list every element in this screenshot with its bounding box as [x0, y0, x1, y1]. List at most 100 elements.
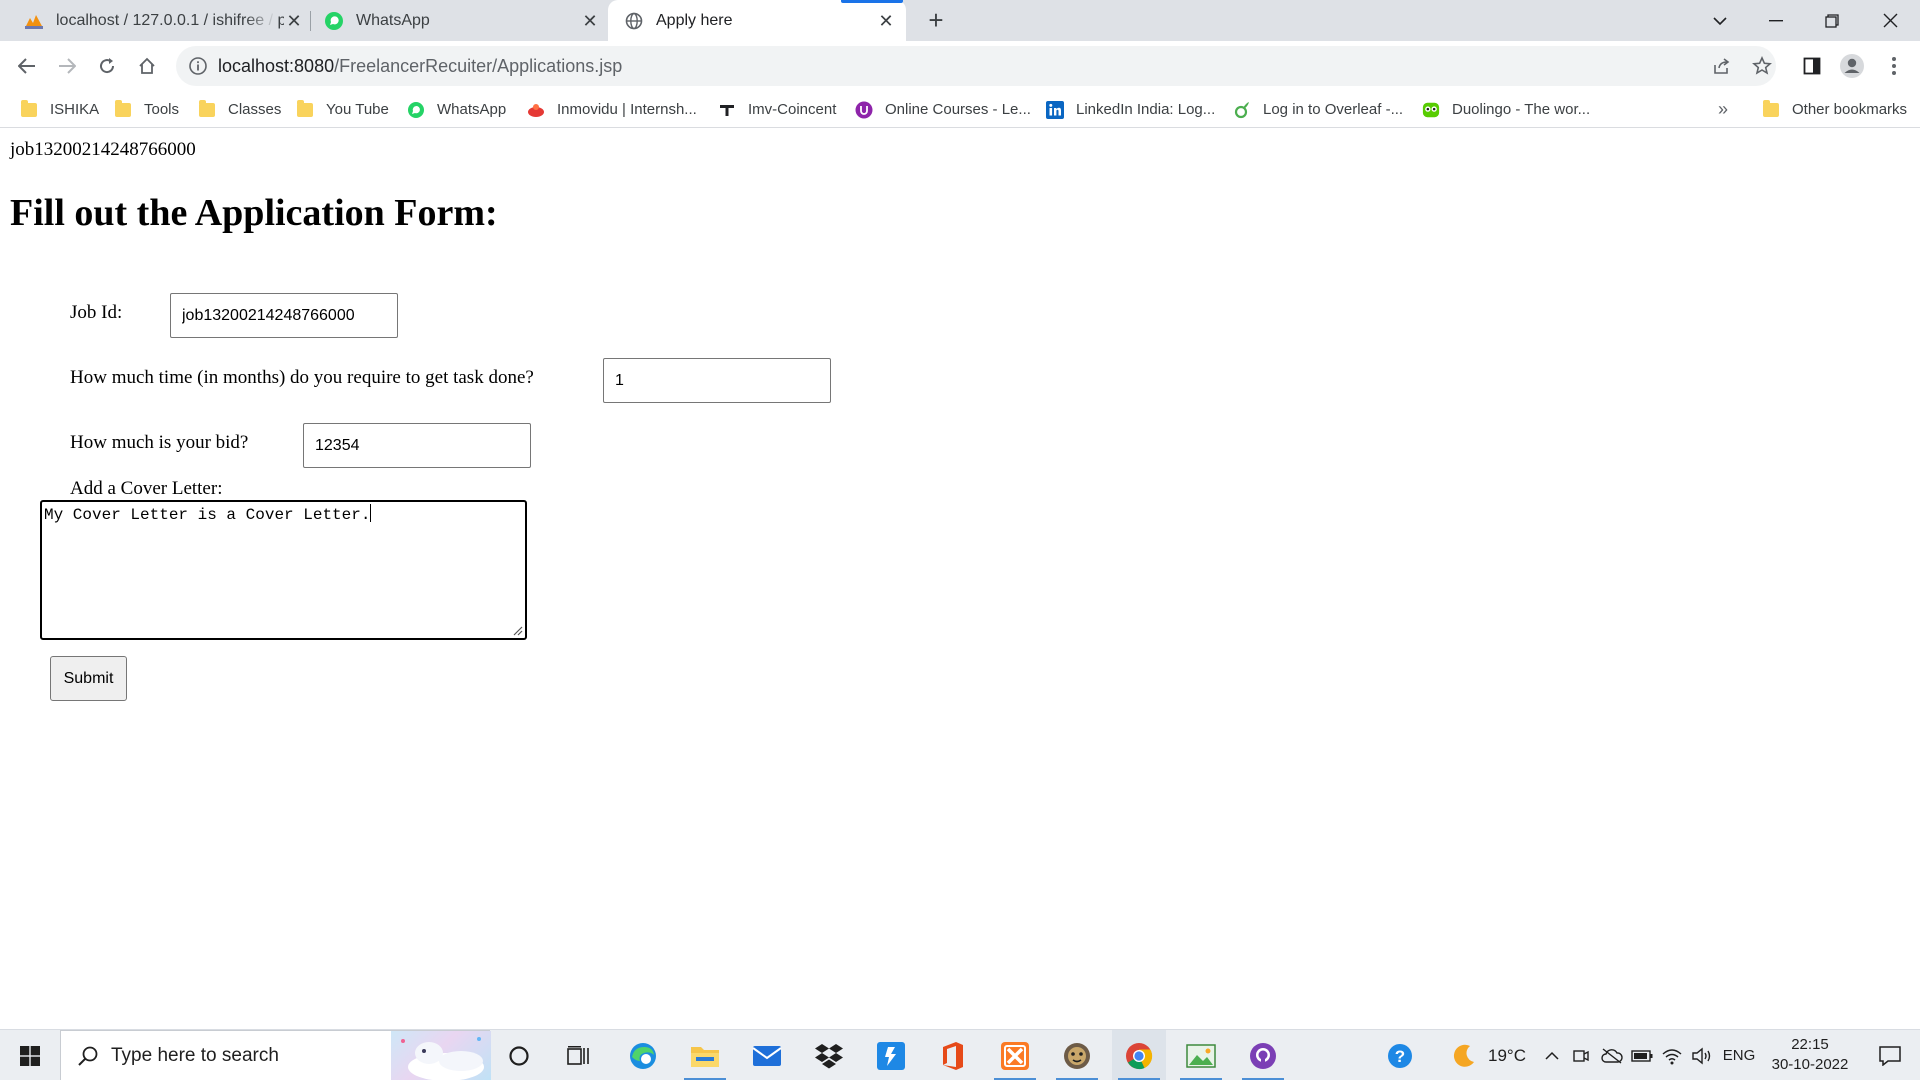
menu-kebab-icon[interactable]: [1881, 53, 1907, 79]
bid-label: How much is your bid?: [70, 432, 249, 453]
imv-icon: [718, 101, 736, 119]
bookmark-whatsapp[interactable]: WhatsApp: [407, 91, 506, 128]
bookmarks-overflow-chevron[interactable]: »: [1718, 91, 1728, 128]
task-view-icon[interactable]: [552, 1030, 606, 1080]
dropbox-icon[interactable]: [802, 1030, 856, 1080]
mail-icon[interactable]: [740, 1030, 794, 1080]
tab-close-icon[interactable]: ✕: [876, 11, 896, 31]
home-button[interactable]: [130, 49, 164, 83]
browser-toolbar: localhost:8080/FreelancerRecuiter/Applic…: [0, 41, 1920, 91]
cortana-icon[interactable]: [492, 1030, 546, 1080]
battery-icon[interactable]: [1628, 1030, 1656, 1080]
whatsapp-icon: [407, 101, 425, 119]
search-placeholder: Type here to search: [111, 1045, 279, 1066]
bookmark-duolingo[interactable]: Duolingo - The wor...: [1422, 91, 1590, 128]
globe-icon: [624, 11, 644, 31]
notifications-icon[interactable]: [1864, 1030, 1916, 1080]
back-button[interactable]: [10, 49, 44, 83]
language-indicator[interactable]: ENG: [1718, 1030, 1760, 1080]
tab-close-icon[interactable]: ✕: [284, 11, 304, 31]
bookmark-ishika[interactable]: ISHIKA: [20, 91, 99, 128]
folder-icon: [198, 99, 216, 119]
edge-browser-icon[interactable]: [616, 1030, 670, 1080]
xampp-icon[interactable]: [988, 1030, 1042, 1080]
bookmark-tools[interactable]: Tools: [114, 91, 179, 128]
inmovidu-icon: [527, 101, 545, 119]
text-caret: [370, 504, 372, 522]
bookmarks-bar: ISHIKA Tools Classes You Tube WhatsApp I…: [0, 91, 1920, 128]
folder-icon: [20, 99, 38, 119]
page-content: job13200214248766000 Fill out the Applic…: [0, 129, 1920, 1029]
address-bar[interactable]: localhost:8080/FreelancerRecuiter/Applic…: [176, 46, 1776, 86]
minimize-button[interactable]: [1748, 0, 1804, 41]
bookmark-imv-coincent[interactable]: Imv-Coincent: [718, 91, 836, 128]
folder-icon: [114, 99, 132, 119]
windows-logo-icon: [20, 1045, 40, 1066]
start-button[interactable]: [0, 1030, 60, 1080]
windows-taskbar: Type here to search ? 19°C ENG 22:15 30-…: [0, 1029, 1920, 1080]
help-icon[interactable]: ?: [1384, 1030, 1416, 1080]
url-text: localhost:8080/FreelancerRecuiter/Applic…: [218, 56, 623, 76]
tab-title: WhatsApp: [356, 11, 430, 29]
profile-avatar[interactable]: [1839, 53, 1865, 79]
tab-search-icon[interactable]: [1692, 0, 1748, 41]
duolingo-icon: [1422, 101, 1440, 119]
job-id-header: job13200214248766000: [10, 139, 196, 160]
bid-input[interactable]: [303, 423, 531, 468]
courses-icon: [855, 101, 873, 119]
bookmark-other-bookmarks[interactable]: Other bookmarks: [1762, 91, 1907, 128]
share-icon[interactable]: [1709, 53, 1735, 79]
chevron-up-icon[interactable]: [1538, 1030, 1566, 1080]
tomcat-icon[interactable]: [1050, 1030, 1104, 1080]
svg-text:?: ?: [1395, 1047, 1405, 1066]
volume-icon[interactable]: [1688, 1030, 1716, 1080]
moon-icon: [1453, 1044, 1474, 1067]
onedrive-offline-icon[interactable]: [1598, 1030, 1626, 1080]
search-highlight-illustration: [391, 1031, 491, 1080]
bookmark-youtube[interactable]: You Tube: [296, 91, 389, 128]
submit-button[interactable]: Submit: [50, 656, 127, 701]
side-panel-icon[interactable]: [1799, 53, 1825, 79]
reload-button[interactable]: [90, 49, 124, 83]
cover-letter-text: My Cover Letter is a Cover Letter.: [44, 506, 371, 524]
chrome-icon[interactable]: [1112, 1030, 1166, 1080]
site-info-icon[interactable]: [188, 56, 208, 76]
tab-apply-here[interactable]: Apply here ✕: [608, 0, 906, 41]
file-explorer-icon[interactable]: [678, 1030, 732, 1080]
new-tab-button[interactable]: +: [922, 6, 950, 34]
bookmark-star-icon[interactable]: [1749, 53, 1775, 79]
image-viewer-icon[interactable]: [1174, 1030, 1228, 1080]
bookmark-classes[interactable]: Classes: [198, 91, 281, 128]
bookmark-linkedin[interactable]: LinkedIn India: Log...: [1046, 91, 1215, 128]
tab-whatsapp[interactable]: WhatsApp ✕: [324, 0, 600, 41]
job-id-input[interactable]: [170, 293, 398, 338]
page-title: Fill out the Application Form:: [10, 192, 498, 234]
powershell-icon[interactable]: [864, 1030, 918, 1080]
restore-button[interactable]: [1804, 0, 1860, 41]
system-clock[interactable]: 22:15 30-10-2022: [1764, 1035, 1856, 1075]
taskbar-search-box[interactable]: Type here to search: [60, 1030, 491, 1080]
clock-date: 30-10-2022: [1771, 1056, 1849, 1073]
clock-time: 22:15: [1791, 1036, 1829, 1053]
folder-icon: [296, 99, 314, 119]
time-input[interactable]: [603, 358, 831, 403]
wifi-icon[interactable]: [1658, 1030, 1686, 1080]
close-window-button[interactable]: [1862, 0, 1918, 41]
tab-title: Apply here: [656, 11, 733, 29]
time-label: How much time (in months) do you require…: [70, 367, 534, 388]
weather-widget[interactable]: 19°C: [1432, 1030, 1544, 1080]
tab-phpmyadmin[interactable]: localhost / 127.0.0.1 / ishifree / p ✕: [24, 0, 304, 41]
bookmark-overleaf[interactable]: Log in to Overleaf -...: [1233, 91, 1403, 128]
overleaf-icon: [1233, 101, 1251, 119]
github-desktop-icon[interactable]: [1236, 1030, 1290, 1080]
resize-grip-icon[interactable]: [511, 624, 523, 636]
cover-letter-label: Add a Cover Letter:: [70, 478, 223, 499]
browser-tabstrip: localhost / 127.0.0.1 / ishifree / p ✕ W…: [0, 0, 1920, 41]
bookmark-inmovidu[interactable]: Inmovidu | Internsh...: [527, 91, 697, 128]
forward-button[interactable]: [50, 49, 84, 83]
cover-letter-textarea[interactable]: My Cover Letter is a Cover Letter.: [40, 500, 527, 640]
tab-close-icon[interactable]: ✕: [580, 11, 600, 31]
office-icon[interactable]: [926, 1030, 980, 1080]
meet-now-icon[interactable]: [1568, 1030, 1594, 1080]
bookmark-online-courses[interactable]: Online Courses - Le...: [855, 91, 1031, 128]
